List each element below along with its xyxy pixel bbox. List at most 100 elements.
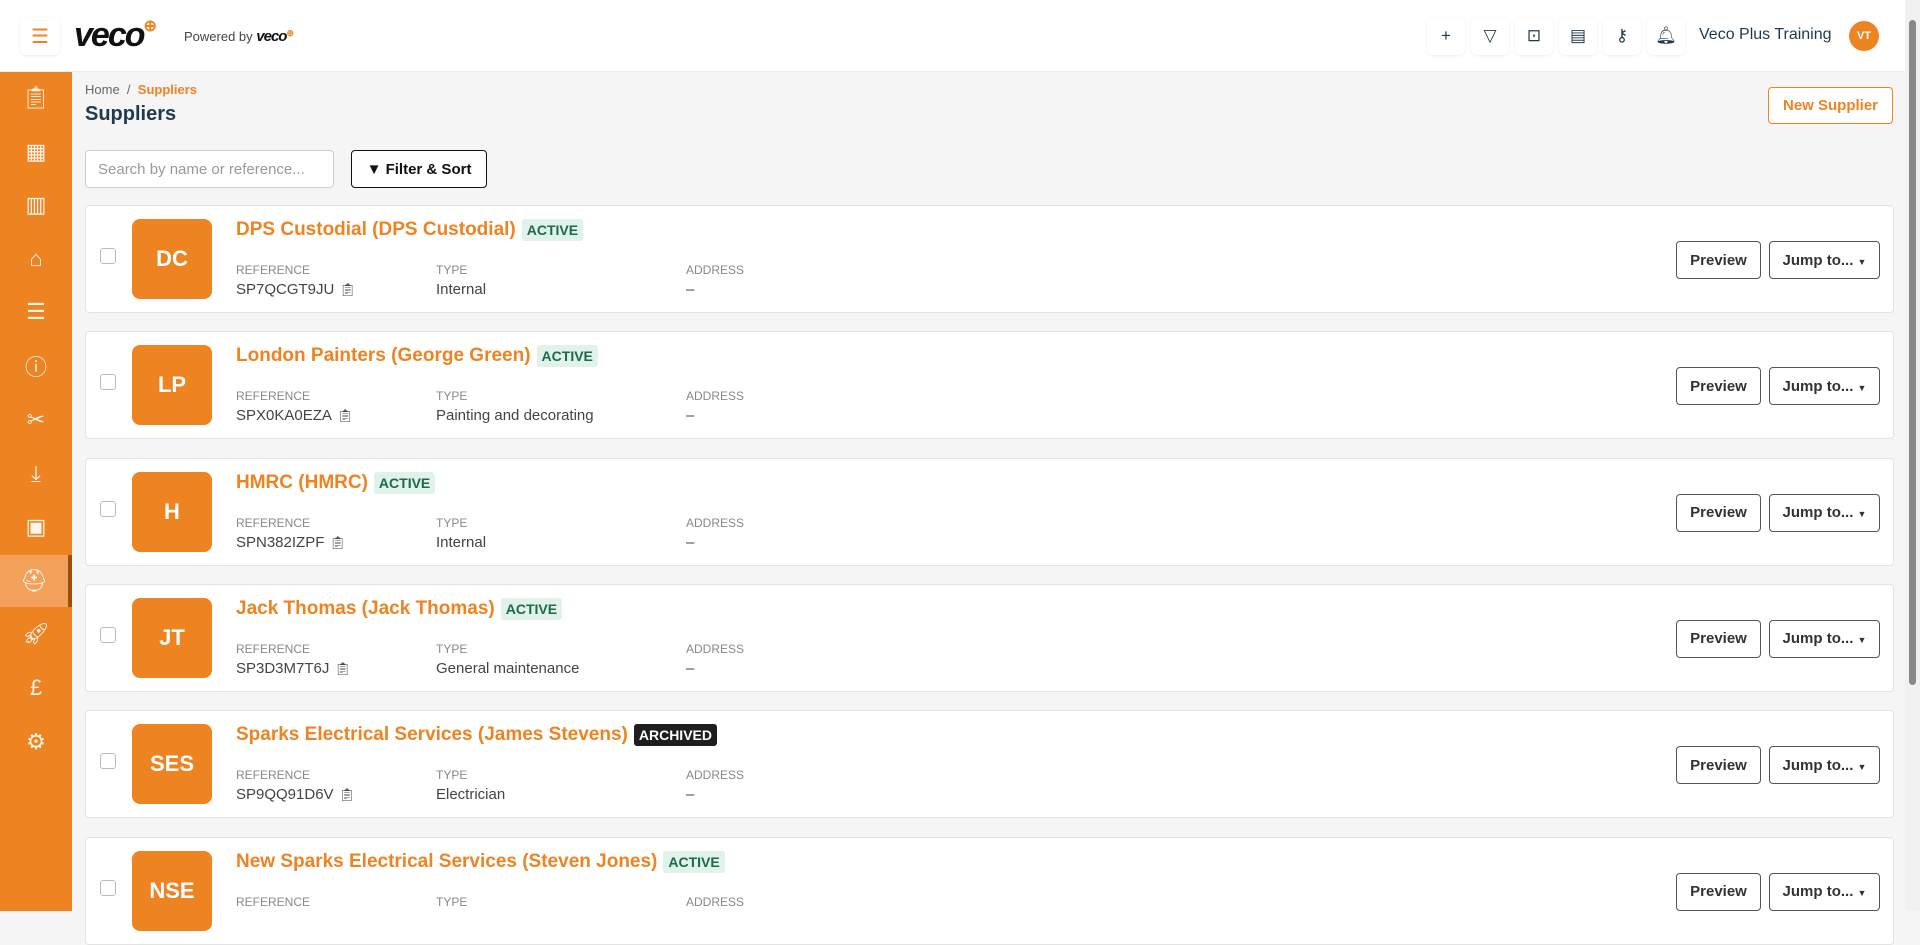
user-avatar[interactable]: VT (1849, 21, 1879, 51)
preview-button[interactable]: Preview (1676, 493, 1761, 532)
user-name[interactable]: Veco Plus Training (1699, 26, 1832, 44)
supplier-name[interactable]: Jack Thomas (Jack Thomas) (236, 598, 495, 620)
supplier-name[interactable]: DPS Custodial (DPS Custodial) (236, 219, 516, 241)
reference-text: SPN382IZPF (236, 533, 325, 551)
select-checkbox[interactable] (100, 500, 116, 517)
reference-value: SP3D3M7T6J 📋︎ (236, 660, 351, 677)
jump-to-dropdown[interactable]: Jump to... ▼ (1769, 493, 1880, 532)
supplier-name-link[interactable]: Sparks Electrical Services (James Steven… (236, 724, 717, 747)
supplier-name[interactable]: New Sparks Electrical Services (Steven J… (236, 851, 657, 873)
reference-label: REFERENCE (236, 768, 311, 783)
jump-to-dropdown[interactable]: Jump to... ▼ (1769, 746, 1880, 785)
suppliers-worker-icon[interactable]: ⛑ (0, 555, 72, 607)
type-label: TYPE (436, 641, 468, 656)
jump-to-label: Jump to... (1782, 883, 1854, 900)
copy-clipboard-icon[interactable]: 📋︎ (337, 408, 354, 423)
supplier-name-link[interactable]: DPS Custodial (DPS Custodial) ACTIVE (236, 219, 584, 241)
select-checkbox[interactable] (100, 753, 116, 770)
copy-clipboard-icon[interactable]: 📋︎ (329, 535, 346, 550)
top-header: ☰ veco⊕ Powered by veco⊕ + ▽ ⊡ ▤ ⚷ 🔔︎ Ve… (0, 0, 1905, 72)
reference-label: REFERENCE (236, 515, 311, 530)
menu-icon[interactable]: ☰ (20, 17, 60, 55)
supplier-name-link[interactable]: New Sparks Electrical Services (Steven J… (236, 850, 725, 873)
type-label: TYPE (436, 894, 468, 909)
address-label: ADDRESS (686, 515, 745, 530)
address-label: ADDRESS (686, 389, 745, 404)
jump-to-dropdown[interactable]: Jump to... ▼ (1769, 367, 1880, 406)
breadcrumb-home[interactable]: Home (85, 82, 120, 97)
search-input[interactable] (85, 150, 334, 188)
filter-sort-label: Filter & Sort (385, 160, 472, 178)
filter-icon[interactable]: ▽ (1471, 17, 1509, 55)
contacts-icon[interactable]: ▣ (0, 501, 72, 553)
select-checkbox[interactable] (100, 374, 116, 391)
checklist-icon[interactable]: ☰ (0, 286, 72, 338)
copy-clipboard-icon[interactable]: 📋︎ (334, 661, 351, 676)
supplier-name[interactable]: London Painters (George Green) (236, 345, 531, 367)
reference-label: REFERENCE (236, 894, 311, 909)
jump-to-label: Jump to... (1782, 630, 1854, 648)
copy-clipboard-icon[interactable]: 📋︎ (339, 282, 356, 297)
supplier-avatar: H (132, 471, 212, 552)
table-icon[interactable]: ▤ (1559, 17, 1597, 55)
new-supplier-button[interactable]: New Supplier (1768, 87, 1893, 124)
preview-button[interactable]: Preview (1676, 872, 1761, 911)
caret-down-icon: ▼ (1857, 509, 1867, 520)
supplier-avatar: NSE (132, 850, 212, 931)
rocket-icon[interactable]: 🚀︎ (0, 608, 72, 660)
select-checkbox[interactable] (100, 879, 116, 896)
preview-button[interactable]: Preview (1676, 241, 1761, 279)
supplier-card: SES Sparks Electrical Services (James St… (85, 710, 1894, 819)
supplier-name[interactable]: Sparks Electrical Services (James Steven… (236, 724, 628, 746)
jump-to-dropdown[interactable]: Jump to... ▼ (1769, 872, 1880, 911)
calendar-icon[interactable]: ▦ (0, 126, 72, 178)
bell-icon[interactable]: 🔔︎ (1647, 17, 1685, 55)
pound-icon[interactable]: £ (0, 662, 72, 714)
type-label: TYPE (436, 515, 468, 530)
supplier-name-link[interactable]: London Painters (George Green) ACTIVE (236, 345, 598, 368)
copy-clipboard-icon[interactable]: 📋︎ (339, 787, 356, 802)
download-icon[interactable]: ⤓ (0, 448, 72, 500)
preview-button[interactable]: Preview (1676, 619, 1761, 658)
jump-to-label: Jump to... (1782, 251, 1854, 269)
caret-down-icon: ▼ (1857, 635, 1867, 646)
scrollbar[interactable] (1905, 0, 1920, 911)
filter-sort-button[interactable]: ▼ Filter & Sort (351, 150, 487, 188)
preview-button[interactable]: Preview (1676, 367, 1761, 406)
supplier-avatar: LP (132, 345, 212, 426)
supplier-name[interactable]: HMRC (HMRC) (236, 472, 368, 494)
breadcrumb-current: Suppliers (137, 82, 198, 97)
preview-button[interactable]: Preview (1676, 746, 1761, 785)
supplier-card: DC DPS Custodial (DPS Custodial) ACTIVE R… (85, 205, 1894, 313)
supplier-avatar: JT (132, 597, 212, 678)
supplier-name-link[interactable]: Jack Thomas (Jack Thomas) ACTIVE (236, 597, 563, 620)
plus-icon[interactable]: + (1427, 17, 1465, 55)
reference-text: SP9QQ91D6V (236, 786, 334, 804)
building-icon[interactable]: ▥ (0, 179, 72, 231)
select-checkbox[interactable] (100, 248, 116, 264)
address-value: – (686, 533, 695, 551)
tasks-icon[interactable]: 📋︎ (0, 72, 72, 124)
type-value: Internal (436, 533, 487, 551)
address-label: ADDRESS (686, 263, 745, 277)
address-label: ADDRESS (686, 768, 745, 783)
supplier-avatar: DC (132, 219, 212, 299)
status-badge: ACTIVE (663, 850, 725, 873)
veco-logo[interactable]: veco⊕ (74, 16, 157, 55)
key-icon[interactable]: ⚷ (1603, 17, 1641, 55)
jump-to-dropdown[interactable]: Jump to... ▼ (1769, 241, 1880, 279)
settings-icon[interactable]: ⚙ (0, 716, 72, 768)
select-checkbox[interactable] (100, 626, 116, 643)
jump-to-dropdown[interactable]: Jump to... ▼ (1769, 619, 1880, 658)
status-badge: ACTIVE (536, 345, 598, 368)
tools-icon[interactable]: ✂ (0, 394, 72, 446)
jump-to-label: Jump to... (1782, 504, 1854, 522)
scrollbar-thumb[interactable] (1909, 20, 1916, 685)
alert-chat-icon[interactable]: ⓘ (0, 340, 72, 392)
home-icon[interactable]: ⌂ (0, 233, 72, 285)
page-title: Suppliers (85, 103, 177, 125)
sidebar: 📋︎ ▦ ▥ ⌂ ☰ ⓘ ✂ ⤓ ▣ ⛑ 🚀︎ £ ⚙ (0, 72, 72, 911)
folder-download-icon[interactable]: ⊡ (1515, 17, 1553, 55)
supplier-name-link[interactable]: HMRC (HMRC) ACTIVE (236, 471, 436, 494)
reference-value: SP7QCGT9JU 📋︎ (236, 281, 356, 298)
